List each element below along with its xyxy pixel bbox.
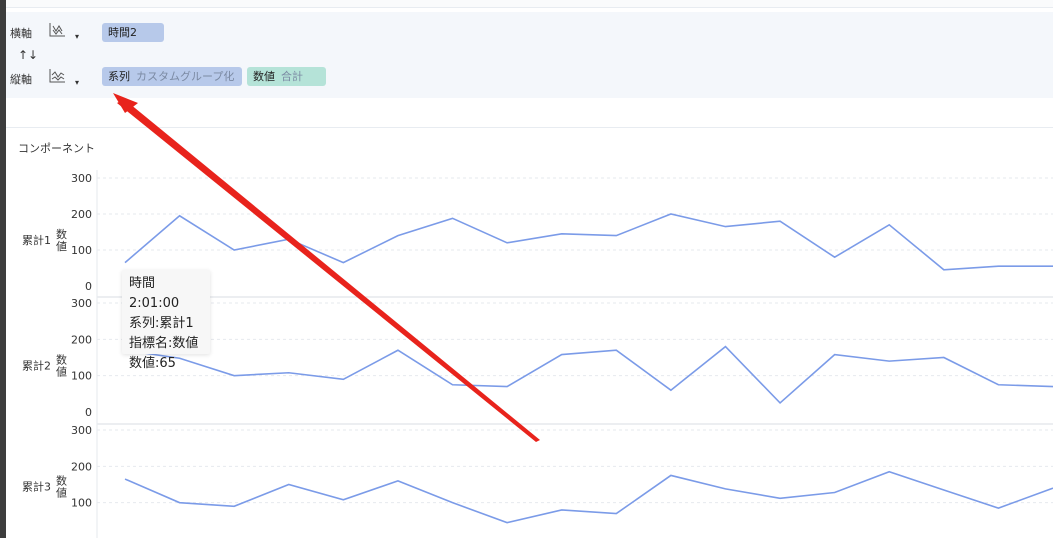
row-label: 累計3	[22, 480, 51, 494]
y-axis-label: 値	[56, 366, 67, 379]
multi-line-chart: 3002001000累計1 数値3002001000累計2 数値300200100累…	[22, 93, 1053, 538]
y-tick-label: 200	[71, 460, 92, 473]
tooltip-metric: 指標名:数値	[129, 336, 199, 351]
annotation-arrow	[113, 93, 540, 442]
y-axis-label: 値	[56, 240, 67, 253]
chart-tooltip: 時間2:01:00 系列:累計1 指標名:数値 数値:65	[122, 270, 210, 371]
y-tick-label: 200	[71, 333, 92, 346]
y-tick-label: 200	[71, 208, 92, 221]
y-tick-label: 0	[85, 280, 92, 293]
y-tick-label: 100	[71, 497, 92, 510]
series-line[interactable]	[124, 470, 1053, 524]
y-tick-label: 0	[85, 406, 92, 419]
series-line[interactable]	[124, 213, 1053, 271]
row-label: 累計1	[22, 233, 51, 247]
y-tick-label: 300	[71, 297, 92, 310]
y-tick-label: 300	[71, 424, 92, 437]
series-line[interactable]	[124, 345, 1053, 405]
y-tick-label: 300	[71, 172, 92, 185]
y-tick-label: 100	[71, 370, 92, 383]
tooltip-value: 数値:65	[129, 356, 176, 371]
tooltip-time: 時間2:01:00	[129, 276, 180, 311]
row-label: 累計2	[22, 359, 51, 373]
tooltip-series: 系列:累計1	[129, 316, 194, 331]
y-tick-label: 100	[71, 244, 92, 257]
y-axis-label: 値	[56, 487, 67, 500]
